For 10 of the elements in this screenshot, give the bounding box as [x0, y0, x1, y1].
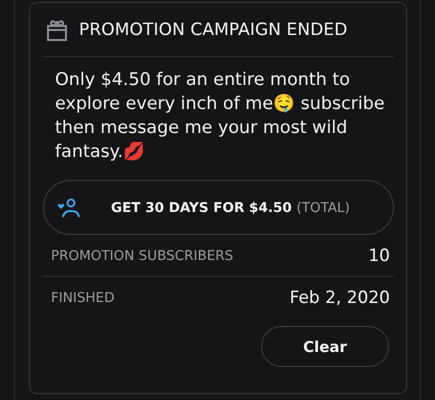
- promo-message: Only $4.50 for an entire month to explore every inch of me🤤 subscribe then message me your most wild fantasy.💋: [54, 69, 386, 164]
- person-heart-icon: [57, 198, 81, 218]
- card-title: PROMOTION CAMPAIGN ENDED: [79, 20, 348, 40]
- stat-value: 10: [368, 246, 390, 266]
- clear-button[interactable]: Clear: [261, 326, 389, 367]
- subscribe-offer-button[interactable]: GET 30 DAYS FOR $4.50 (TOTAL): [43, 180, 394, 235]
- stat-label: PROMOTION SUBSCRIBERS: [51, 248, 234, 264]
- stat-value: Feb 2, 2020: [290, 288, 390, 308]
- gift-icon: [46, 18, 68, 42]
- stat-label: FINISHED: [51, 290, 114, 306]
